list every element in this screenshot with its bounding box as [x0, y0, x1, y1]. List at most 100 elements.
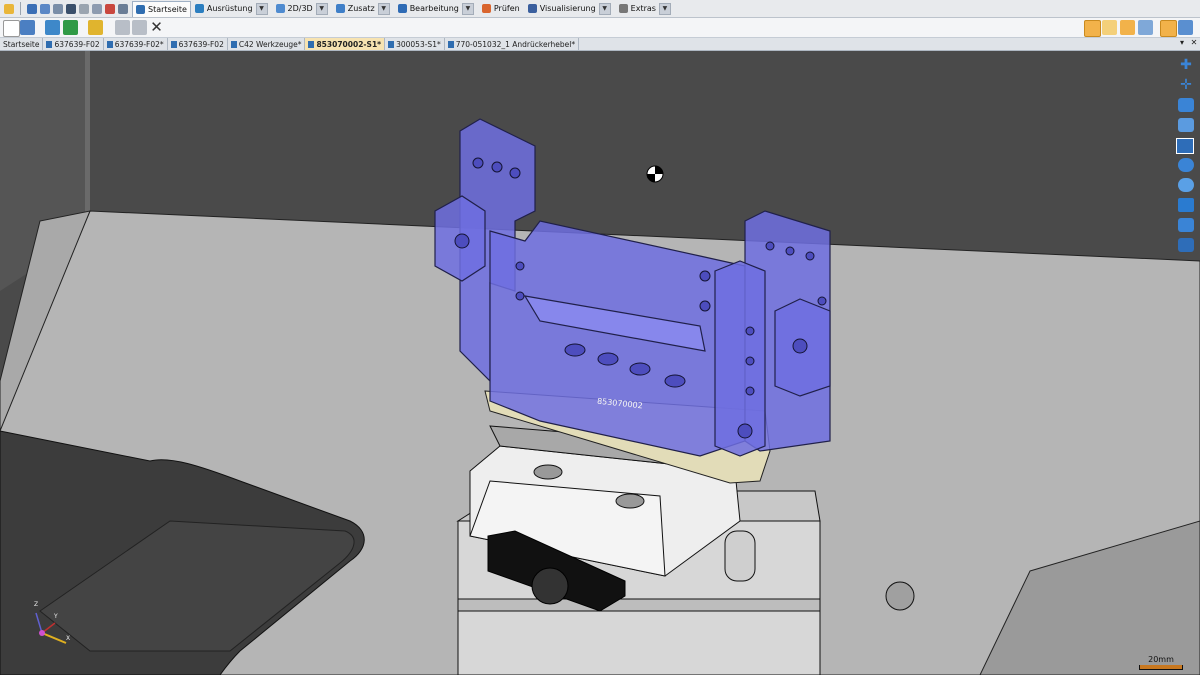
- tab-label: Ausrüstung: [206, 4, 253, 13]
- doc-tab-label: 770-051032_1 Andrückerhebel*: [455, 39, 576, 49]
- extra-icon: [335, 4, 345, 13]
- hole: [509, 167, 521, 179]
- document-icon: [106, 40, 113, 48]
- hole: [564, 343, 586, 357]
- hole: [765, 241, 775, 251]
- check-icon: [481, 4, 491, 13]
- chevron-down-icon[interactable]: ▼: [461, 2, 474, 15]
- chevron-down-icon[interactable]: ▼: [377, 2, 390, 15]
- tab-visualisierung[interactable]: Visualisierung ▼: [524, 0, 615, 17]
- close-icon[interactable]: ✕: [1188, 38, 1200, 50]
- layout-icon[interactable]: [1178, 20, 1193, 35]
- tab-bar-spacer: [579, 38, 1176, 50]
- section-icon[interactable]: [1178, 218, 1194, 232]
- doc-tab[interactable]: 637639-F02: [168, 38, 228, 50]
- export-icon[interactable]: [118, 3, 128, 14]
- axis-x-label: X: [66, 635, 71, 642]
- table-hole: [885, 581, 915, 611]
- hole: [792, 338, 808, 354]
- tab-list-icon[interactable]: ▾: [1176, 38, 1188, 50]
- tab-extras[interactable]: Extras ▼: [615, 0, 675, 17]
- doc-tab[interactable]: 770-051032_1 Andrückerhebel*: [445, 38, 580, 50]
- new-document-icon[interactable]: [3, 20, 20, 37]
- doc-tab[interactable]: 637639-F02: [43, 38, 104, 50]
- save-all-icon[interactable]: [40, 3, 50, 14]
- pin-icon[interactable]: [4, 3, 14, 14]
- import-icon[interactable]: [45, 20, 60, 35]
- crosshair-icon[interactable]: ✚: [1178, 58, 1194, 72]
- chevron-down-icon[interactable]: ▼: [598, 2, 611, 15]
- scale-bar-graphic: [1139, 665, 1183, 670]
- equipment-icon: [194, 4, 204, 13]
- print-icon[interactable]: [53, 3, 63, 14]
- hole: [745, 386, 755, 396]
- tab-label: Visualisierung: [539, 4, 596, 13]
- jaw-bolt-hole: [615, 493, 645, 509]
- link-icon[interactable]: [1084, 20, 1101, 37]
- clock-icon[interactable]: [1138, 20, 1153, 35]
- chevron-down-icon[interactable]: ▼: [658, 2, 671, 15]
- doc-tab-label: 637639-F02: [54, 39, 100, 49]
- redo-icon[interactable]: [79, 3, 89, 14]
- home-icon: [136, 4, 145, 14]
- tab-startseite[interactable]: Startseite: [132, 0, 191, 17]
- hole: [817, 296, 827, 306]
- tab-bearbeitung[interactable]: Bearbeitung ▼: [394, 0, 478, 17]
- doc-tab-active[interactable]: 853070002-S1*: [305, 38, 386, 50]
- zoom-window-icon[interactable]: [1178, 158, 1194, 172]
- view-2d3d-icon: [275, 4, 285, 13]
- hole: [745, 356, 755, 366]
- add-component-icon[interactable]: [63, 20, 78, 35]
- hole: [515, 291, 525, 301]
- doc-tab[interactable]: C42 Werkzeuge*: [228, 38, 306, 50]
- copy-icon[interactable]: [115, 20, 130, 35]
- refresh-icon[interactable]: [92, 3, 102, 14]
- chain-icon[interactable]: [1102, 20, 1117, 35]
- window-icon[interactable]: [1160, 20, 1177, 37]
- 3d-viewport[interactable]: 853070002 Z Y X ✚ ✛: [0, 51, 1200, 675]
- document-icon: [308, 40, 315, 48]
- hole: [664, 374, 686, 388]
- save-icon[interactable]: [27, 3, 37, 14]
- chevron-down-icon[interactable]: ▼: [315, 2, 328, 15]
- doc-tab[interactable]: 637639-F02*: [104, 38, 168, 50]
- chevron-down-icon[interactable]: ▼: [255, 2, 268, 15]
- chart-icon[interactable]: [105, 3, 115, 14]
- tab-pruefen[interactable]: Prüfen: [478, 0, 524, 17]
- move-icon[interactable]: ✛: [1178, 78, 1194, 92]
- zoom-icon[interactable]: [1178, 178, 1194, 192]
- undo-icon[interactable]: [66, 3, 76, 14]
- hole: [454, 233, 470, 249]
- delete-icon[interactable]: ✕: [149, 20, 164, 35]
- main-toolbar: ✕: [0, 18, 1200, 38]
- tab-2d3d[interactable]: 2D/3D ▼: [272, 0, 332, 17]
- view-grid-icon[interactable]: [1176, 138, 1194, 154]
- hole: [515, 261, 525, 271]
- tools-icon: [618, 4, 628, 13]
- jaw-bolt-hole: [533, 464, 563, 480]
- tab-label: Startseite: [148, 4, 187, 14]
- tab-label: Prüfen: [493, 4, 520, 13]
- chain-edit-icon[interactable]: [1120, 20, 1135, 35]
- scale-label: 20mm: [1148, 655, 1174, 664]
- tab-ausruestung[interactable]: Ausrüstung ▼: [191, 0, 272, 17]
- tab-label: Extras: [630, 4, 656, 13]
- doc-tab-startseite[interactable]: Startseite: [0, 38, 44, 50]
- hole: [699, 300, 711, 312]
- paste-icon[interactable]: [132, 20, 147, 35]
- dimension-icon[interactable]: [1178, 238, 1194, 252]
- document-tab-bar: Startseite 637639-F02 637639-F02* 637639…: [0, 38, 1200, 51]
- clamp-screw: [531, 567, 569, 605]
- doc-tab[interactable]: 300053-S1*: [385, 38, 445, 50]
- hole: [737, 423, 753, 439]
- wall-edge: [85, 51, 90, 214]
- doc-tab-label: C42 Werkzeuge*: [238, 39, 302, 49]
- cube-view-icon[interactable]: [1178, 198, 1194, 212]
- color-icon[interactable]: [1178, 118, 1194, 132]
- settings-gear-icon[interactable]: [88, 20, 103, 35]
- quick-access-toolbar: [0, 0, 132, 17]
- document-icon: [388, 40, 395, 48]
- measure-icon[interactable]: [1178, 98, 1194, 112]
- open-document-icon[interactable]: [20, 20, 35, 35]
- tab-zusatz[interactable]: Zusatz ▼: [332, 0, 394, 17]
